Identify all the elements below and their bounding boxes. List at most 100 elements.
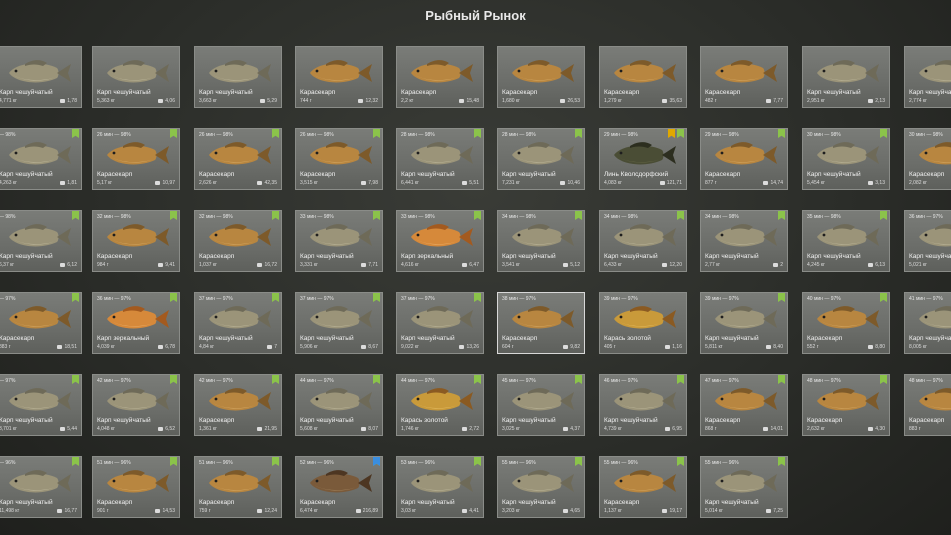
fish-card[interactable]: — 98% Карп чешуйчатый 6,37 кг 6,12 <box>0 210 82 272</box>
fish-image <box>709 58 781 88</box>
fish-card[interactable]: 37 мин — 97% Карп чешуйчатый 4,84 кг 7 <box>194 292 282 354</box>
fish-card[interactable]: Карп чешуйчатый 5,363 кг 4,06 <box>92 46 180 108</box>
fish-card[interactable]: 28 мин — 98% Карп чешуйчатый 7,231 кг 10,4… <box>497 128 585 190</box>
catch-time: 46 мин — 97% <box>604 378 638 384</box>
fish-image <box>101 140 173 170</box>
fish-weight: 2,951 кг <box>807 98 825 104</box>
fish-card[interactable]: 55 мин — 96% Карп чешуйчатый 5,014 кг 7,25 <box>700 456 788 518</box>
fish-card[interactable]: 36 мин — 97% Карп зеркальный 4,039 кг 6,78 <box>92 292 180 354</box>
fish-card[interactable]: 46 мин — 97% Карп чешуйчатый 4,739 кг 6,95 <box>599 374 687 436</box>
coin-icon <box>662 508 668 513</box>
fish-price: 6,78 <box>158 344 175 350</box>
fish-card[interactable]: 33 мин — 98% Карп чешуйчатый 3,331 кг 7,71 <box>295 210 383 272</box>
gold-flag-icon <box>668 129 675 138</box>
price-value: 9,41 <box>165 262 175 268</box>
coin-icon <box>158 344 164 349</box>
fish-card[interactable]: Карасекарп 744 г 12,32 <box>295 46 383 108</box>
fish-card[interactable]: — 98% Карп чешуйчатый 4,263 кг 1,81 <box>0 128 82 190</box>
price-value: 42,35 <box>264 180 277 186</box>
fish-card[interactable]: Карп чешуйчатый 4,771 кг 1,78 <box>0 46 82 108</box>
fish-card[interactable]: Карасекарп 1,279 кг 35,63 <box>599 46 687 108</box>
fish-card[interactable]: 28 мин — 98% Карп чешуйчатый 6,441 кг 5,51 <box>396 128 484 190</box>
fish-image <box>101 304 173 334</box>
fish-price: 21,95 <box>257 426 277 432</box>
fish-card[interactable]: 52 мин — 96% Карасекарп 6,474 кг 216,89 <box>295 456 383 518</box>
fish-card[interactable]: 44 мин — 97% Карп чешуйчатый 5,608 кг 8,07 <box>295 374 383 436</box>
fish-card[interactable]: 38 мин — 97% Карасекарп 604 г 9,82 <box>497 292 585 354</box>
fish-card[interactable]: 26 мин — 98% Карасекарп 5,17 кг 10,97 <box>92 128 180 190</box>
fish-image <box>304 140 376 170</box>
fish-card[interactable]: Карп чешуйчатый 3,663 кг 5,29 <box>194 46 282 108</box>
fish-card[interactable]: Карасекарп 482 г 7,77 <box>700 46 788 108</box>
fish-weight: 405 г <box>604 344 616 350</box>
fish-card[interactable]: 32 мин — 98% Карасекарп 984 г 9,41 <box>92 210 180 272</box>
coin-icon <box>665 344 671 349</box>
fish-card[interactable]: — 97% Карасекарп 883 г 18,51 <box>0 292 82 354</box>
fish-card[interactable]: 35 мин — 98% Карп чешуйчатый 4,245 кг 6,13 <box>802 210 890 272</box>
fish-card[interactable]: 26 мин — 98% Карасекарп 3,515 кг 7,98 <box>295 128 383 190</box>
fish-card[interactable]: 42 мин — 97% Карп чешуйчатый 4,048 кг 6,52 <box>92 374 180 436</box>
fish-card[interactable]: Карп чешуйчатый 2,951 кг 2,13 <box>802 46 890 108</box>
fish-card[interactable]: 34 мин — 98% Карп чешуйчатый 2,77 кг 2 <box>700 210 788 272</box>
fish-weight: 5,454 кг <box>807 180 825 186</box>
price-value: 16,77 <box>64 508 77 514</box>
fish-card[interactable]: 29 мин — 98% Карасекарп 877 г 14,74 <box>700 128 788 190</box>
fish-card[interactable]: 29 мин — 98% Линь Кволсдорфский 4,083 кг 1… <box>599 128 687 190</box>
green-flag-icon <box>677 211 684 220</box>
fish-weight: 4,771 кг <box>0 98 17 104</box>
fish-card[interactable]: 41 мин — 97% Карп чешуйчатый 8,005 кг <box>904 292 951 354</box>
fish-card[interactable]: 39 мин — 97% Карась золотой 405 г 1,16 <box>599 292 687 354</box>
fish-card[interactable]: 37 мин — 97% Карп чешуйчатый 5,906 кг 8,67 <box>295 292 383 354</box>
fish-card[interactable]: Карасекарп 2,2 кг 15,48 <box>396 46 484 108</box>
catch-time: 42 мин — 97% <box>97 378 131 384</box>
coin-icon <box>563 344 569 349</box>
fish-name: Карп чешуйчатый <box>401 499 455 506</box>
fish-weight: 4,739 кг <box>604 426 622 432</box>
catch-time: 37 мин — 97% <box>199 296 233 302</box>
fish-card[interactable]: 33 мин — 98% Карп зеркальный 4,616 кг 6,47 <box>396 210 484 272</box>
fish-name: Карп чешуйчатый <box>604 253 658 260</box>
fish-card[interactable]: 51 мин — 96% Карасекарп 901 г 14,53 <box>92 456 180 518</box>
fish-name: Карп чешуйчатый <box>604 417 658 424</box>
catch-time: 39 мин — 97% <box>604 296 638 302</box>
fish-card[interactable]: 26 мин — 98% Карасекарп 2,626 кг 42,35 <box>194 128 282 190</box>
green-flag-icon <box>474 293 481 302</box>
fish-name: Карп чешуйчатый <box>199 89 253 96</box>
fish-card[interactable]: Карасекарп 1,680 кг 26,53 <box>497 46 585 108</box>
fish-card[interactable]: 36 мин — 97% Карп чешуйчатый 5,021 кг <box>904 210 951 272</box>
fish-card[interactable]: 51 мин — 96% Карасекарп 759 г 12,24 <box>194 456 282 518</box>
fish-card[interactable]: 40 мин — 97% Карасекарп 552 г 8,80 <box>802 292 890 354</box>
fish-image <box>304 222 376 252</box>
fish-card[interactable]: 34 мин — 98% Карп чешуйчатый 6,433 кг 12,2… <box>599 210 687 272</box>
fish-card[interactable]: 44 мин — 97% Карась золотой 1,746 кг 2,72 <box>396 374 484 436</box>
catch-time: 26 мин — 98% <box>97 132 131 138</box>
fish-card[interactable]: 48 мин — 97% Карасекарп 2,632 кг 4,30 <box>802 374 890 436</box>
fish-card[interactable]: 48 мин — 97% Карасекарп 883 г <box>904 374 951 436</box>
fish-weight: 4,616 кг <box>401 262 419 268</box>
fish-card[interactable]: 32 мин — 98% Карасекарп 1,037 кг 16,72 <box>194 210 282 272</box>
fish-price: 16,77 <box>57 508 77 514</box>
fish-card[interactable]: Карп чешуйчатый 2,774 кг <box>904 46 951 108</box>
fish-weight: 3,331 кг <box>300 262 318 268</box>
fish-card[interactable]: 53 мин — 96% Карп чешуйчатый 3,03 кг 4,41 <box>396 456 484 518</box>
coin-icon <box>60 262 66 267</box>
fish-card[interactable]: 45 мин — 97% Карп чешуйчатый 3,025 кг 4,37 <box>497 374 585 436</box>
fish-name: Карасекарп <box>502 335 538 342</box>
green-flag-icon <box>272 457 279 466</box>
fish-card[interactable]: 55 мин — 96% Карасекарп 1,137 кг 19,17 <box>599 456 687 518</box>
fish-card[interactable]: 55 мин — 96% Карп чешуйчатый 3,203 кг 4,65 <box>497 456 585 518</box>
coin-icon <box>358 98 364 103</box>
fish-card[interactable]: 30 мин — 98% Карп чешуйчатый 5,454 кг 3,13 <box>802 128 890 190</box>
fish-name: Карп чешуйчатый <box>909 335 951 342</box>
fish-card[interactable]: 42 мин — 97% Карасекарп 1,361 кг 21,95 <box>194 374 282 436</box>
fish-card[interactable]: — 96% Карп чешуйчатый 11,498 кг 16,77 <box>0 456 82 518</box>
fish-card[interactable]: 30 мин — 98% Карасекарп 2,082 кг <box>904 128 951 190</box>
fish-name: Карасекарп <box>199 253 235 260</box>
fish-card[interactable]: 47 мин — 97% Карасекарп 868 г 14,01 <box>700 374 788 436</box>
green-flag-icon <box>778 457 785 466</box>
green-flag-icon <box>72 457 79 466</box>
fish-card[interactable]: 37 мин — 97% Карп чешуйчатый 9,022 кг 13,2… <box>396 292 484 354</box>
fish-card[interactable]: — 97% Карп чешуйчатый 3,701 кг 5,44 <box>0 374 82 436</box>
fish-card[interactable]: 34 мин — 98% Карп чешуйчатый 3,541 кг 5,12 <box>497 210 585 272</box>
fish-card[interactable]: 39 мин — 97% Карп чешуйчатый 5,811 кг 8,40 <box>700 292 788 354</box>
